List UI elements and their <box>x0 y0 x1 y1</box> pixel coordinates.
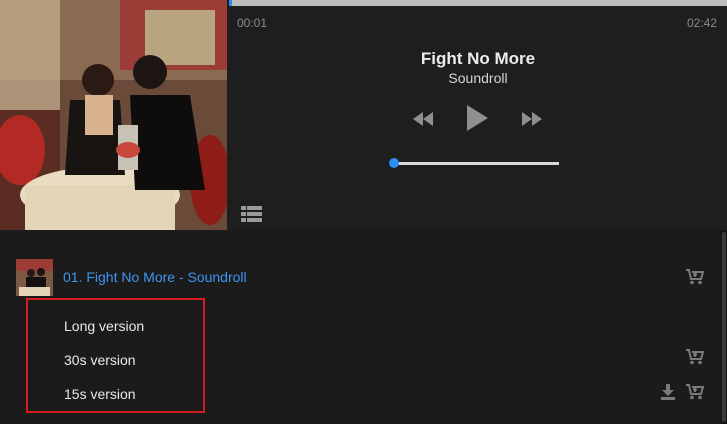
rewind-icon[interactable] <box>412 111 434 127</box>
scroll-thumb[interactable] <box>722 232 726 422</box>
track-name-link[interactable]: 01. Fight No More - Soundroll <box>63 269 247 285</box>
cart-icon[interactable] <box>686 269 705 290</box>
progress-fill <box>229 0 232 6</box>
track-row[interactable]: 01. Fight No More - Soundroll <box>0 256 721 300</box>
album-art <box>0 0 227 230</box>
track-title: Fight No More <box>420 49 536 68</box>
play-icon[interactable] <box>465 104 489 132</box>
total-time: 02:42 <box>686 16 717 30</box>
volume-knob[interactable] <box>389 158 399 168</box>
cart-icon[interactable] <box>686 384 705 405</box>
audio-player: 00:01 02:42 Fight No More Soundroll <box>0 0 727 230</box>
version-15s[interactable]: 15s version <box>64 386 136 402</box>
version-list: Long version 30s version 15s version <box>26 298 205 413</box>
track-artist: Soundroll <box>448 70 508 86</box>
playlist-icon[interactable] <box>241 206 262 227</box>
volume-slider[interactable] <box>389 158 559 168</box>
track-thumbnail <box>16 259 53 296</box>
download-icon[interactable] <box>660 384 676 405</box>
version-long[interactable]: Long version <box>64 318 144 334</box>
cart-icon[interactable] <box>686 349 705 370</box>
version-30s[interactable]: 30s version <box>64 352 136 368</box>
progress-bar[interactable] <box>229 0 727 6</box>
scrollbar[interactable] <box>721 230 727 424</box>
fast-forward-icon[interactable] <box>521 111 543 127</box>
current-time: 00:01 <box>237 16 268 30</box>
